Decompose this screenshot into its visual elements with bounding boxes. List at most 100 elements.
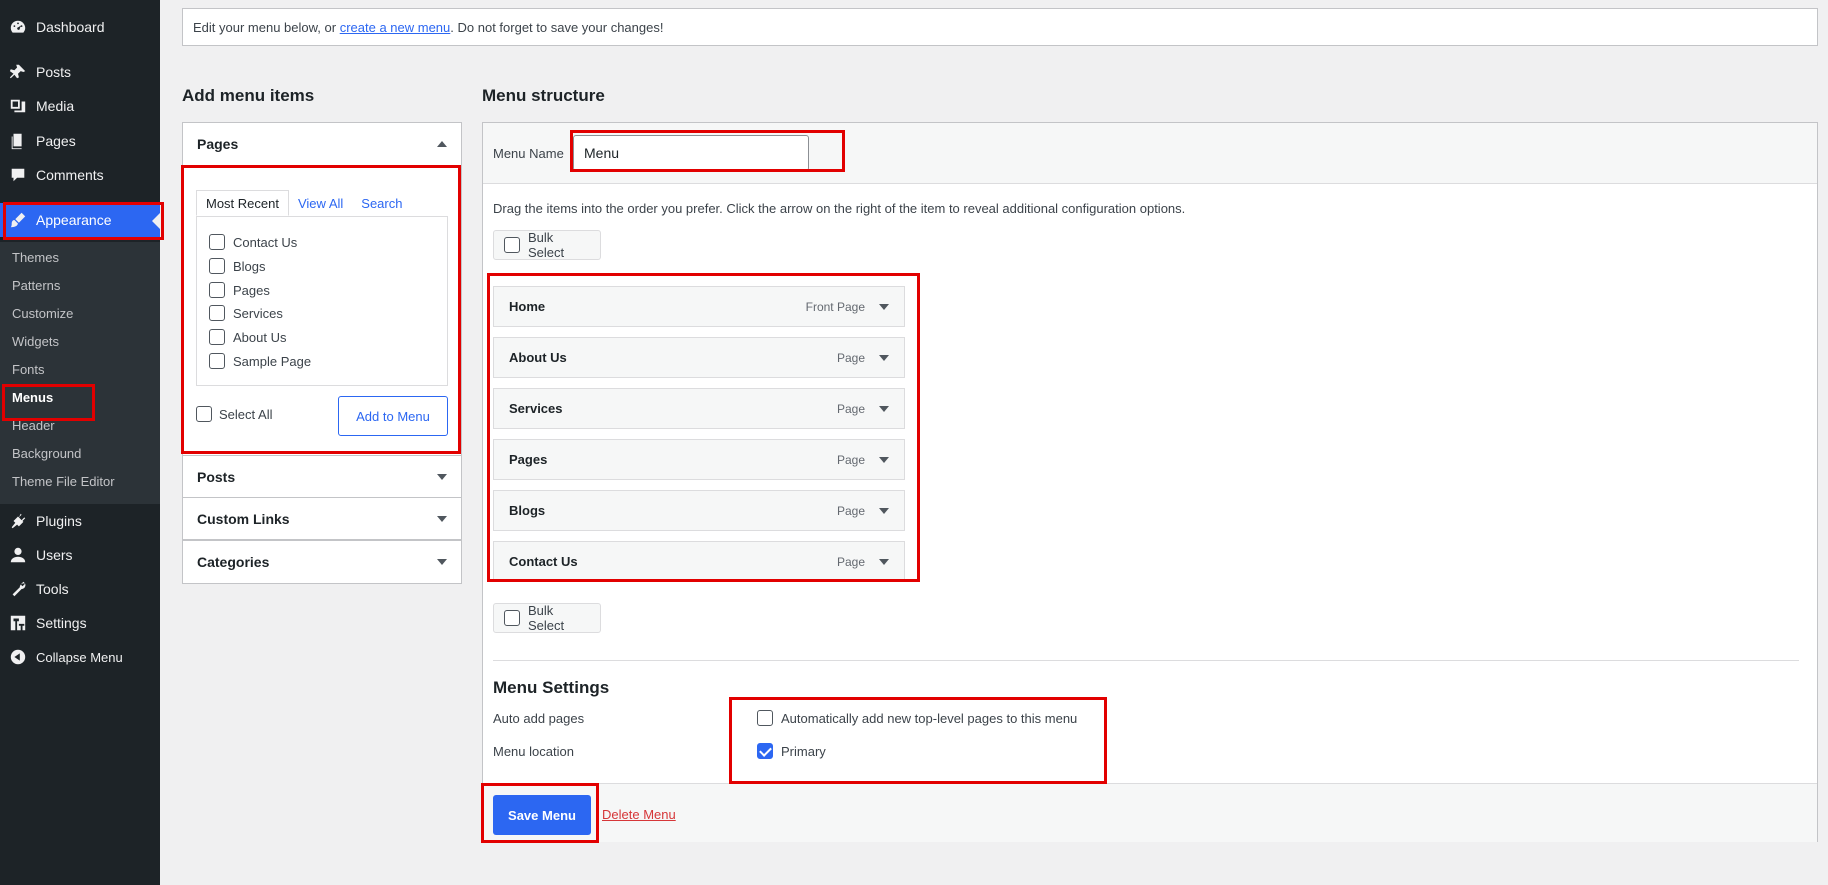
admin-sidebar: Dashboard Posts Media Pages Comments App… (0, 0, 160, 885)
menu-item-blogs[interactable]: Blogs Page (493, 490, 905, 531)
custom-links-accordion[interactable]: Custom Links (182, 497, 462, 540)
brush-icon (0, 211, 36, 229)
page-option-pages[interactable]: Pages (209, 282, 270, 298)
settings-divider (493, 660, 1799, 661)
media-icon (0, 97, 36, 115)
pages-tabs: Most Recent View All Search (196, 190, 411, 216)
checkbox[interactable] (209, 234, 225, 250)
checkbox[interactable] (209, 282, 225, 298)
posts-accordion[interactable]: Posts (182, 455, 462, 498)
bulk-select-top[interactable]: Bulk Select (493, 230, 601, 260)
expand-arrow-icon (437, 559, 447, 565)
auto-add-pages-option[interactable]: Automatically add new top-level pages to… (757, 710, 1077, 726)
sidebar-item-users[interactable]: Users (0, 538, 160, 572)
dashboard-icon (0, 18, 36, 36)
page-option-blogs[interactable]: Blogs (209, 258, 266, 274)
submenu-item-header[interactable]: Header (12, 418, 55, 433)
submenu-item-theme-file-editor[interactable]: Theme File Editor (12, 474, 115, 489)
page-option-services[interactable]: Services (209, 305, 283, 321)
tab-view-all[interactable]: View All (289, 190, 352, 216)
item-expand-arrow-icon[interactable] (879, 507, 889, 514)
auto-add-pages-label: Auto add pages (493, 711, 585, 726)
collapse-icon (0, 648, 36, 666)
item-expand-arrow-icon[interactable] (879, 303, 889, 310)
settings-icon (0, 614, 36, 632)
menu-location-primary[interactable]: Primary (757, 743, 826, 759)
menu-location-label: Menu location (493, 744, 574, 759)
menu-structure-title: Menu structure (482, 86, 605, 105)
submenu-item-background[interactable]: Background (12, 446, 81, 461)
page-option-contact-us[interactable]: Contact Us (209, 234, 297, 250)
pin-icon (0, 63, 36, 81)
pages-checklist: Contact Us Blogs Pages Services About Us… (196, 216, 448, 386)
checkbox[interactable] (196, 406, 212, 422)
checkbox[interactable] (209, 329, 225, 345)
menu-item-pages[interactable]: Pages Page (493, 439, 905, 480)
drag-instructions: Drag the items into the order you prefer… (493, 201, 1186, 216)
submenu-item-menus[interactable]: Menus (12, 390, 53, 405)
sidebar-item-dashboard[interactable]: Dashboard (0, 10, 160, 44)
submenu-item-patterns[interactable]: Patterns (12, 278, 60, 293)
checkbox[interactable] (209, 305, 225, 321)
appearance-submenu: Themes Patterns Customize Widgets Fonts … (0, 242, 160, 504)
save-menu-button[interactable]: Save Menu (493, 795, 591, 835)
delete-menu-link[interactable]: Delete Menu (602, 807, 676, 822)
sidebar-item-posts[interactable]: Posts (0, 55, 160, 89)
submenu-item-themes[interactable]: Themes (12, 250, 59, 265)
sidebar-item-comments[interactable]: Comments (0, 158, 160, 192)
select-all-pages[interactable]: Select All (196, 406, 272, 422)
item-expand-arrow-icon[interactable] (879, 558, 889, 565)
checkbox[interactable] (209, 258, 225, 274)
menu-item-home[interactable]: Home Front Page (493, 286, 905, 327)
menu-item-contact-us[interactable]: Contact Us Page (493, 541, 905, 582)
submenu-item-fonts[interactable]: Fonts (12, 362, 45, 377)
checkbox[interactable] (504, 237, 520, 253)
bulk-select-bottom[interactable]: Bulk Select (493, 603, 601, 633)
submenu-item-customize[interactable]: Customize (12, 306, 73, 321)
submenu-item-widgets[interactable]: Widgets (12, 334, 59, 349)
tab-search[interactable]: Search (352, 190, 411, 216)
sidebar-item-pages[interactable]: Pages (0, 124, 160, 158)
comment-icon (0, 166, 36, 184)
categories-accordion-title: Categories (197, 554, 270, 570)
expand-arrow-icon (437, 516, 447, 522)
add-menu-items-title: Add menu items (182, 86, 315, 105)
expand-arrow-icon (437, 474, 447, 480)
sidebar-item-settings[interactable]: Settings (0, 606, 160, 640)
sidebar-item-tools[interactable]: Tools (0, 572, 160, 606)
page-option-sample-page[interactable]: Sample Page (209, 353, 311, 369)
page-option-about-us[interactable]: About Us (209, 329, 286, 345)
menu-name-label: Menu Name (493, 146, 564, 161)
item-expand-arrow-icon[interactable] (879, 405, 889, 412)
sidebar-item-appearance[interactable]: Appearance (0, 203, 160, 237)
menu-item-about-us[interactable]: About Us Page (493, 337, 905, 378)
menu-footer: Save Menu Delete Menu (483, 783, 1817, 842)
categories-accordion[interactable]: Categories (182, 540, 462, 584)
menu-name-bar: Menu Name (483, 123, 1817, 184)
add-to-menu-button[interactable]: Add to Menu (338, 396, 448, 436)
custom-links-accordion-title: Custom Links (197, 511, 290, 527)
checkbox[interactable] (209, 353, 225, 369)
sidebar-item-media[interactable]: Media (0, 89, 160, 123)
collapse-arrow-icon (437, 141, 447, 147)
menu-settings-title: Menu Settings (493, 678, 610, 697)
wrench-icon (0, 580, 36, 598)
create-new-menu-link[interactable]: create a new menu (340, 20, 451, 35)
tab-most-recent[interactable]: Most Recent (196, 190, 289, 216)
current-menu-arrow (152, 213, 160, 229)
checkbox[interactable] (757, 710, 773, 726)
item-expand-arrow-icon[interactable] (879, 456, 889, 463)
checkbox-checked[interactable] (757, 743, 773, 759)
edit-menu-notice: Edit your menu below, or create a new me… (182, 8, 1818, 46)
checkbox[interactable] (504, 610, 520, 626)
pages-icon (0, 132, 36, 150)
item-expand-arrow-icon[interactable] (879, 354, 889, 361)
posts-accordion-title: Posts (197, 469, 236, 485)
collapse-menu-button[interactable]: Collapse Menu (0, 640, 160, 674)
user-icon (0, 546, 36, 564)
menu-name-input[interactable] (573, 135, 809, 171)
sidebar-item-plugins[interactable]: Plugins (0, 504, 160, 538)
menu-item-services[interactable]: Services Page (493, 388, 905, 429)
menu-structure-panel: Menu Name Drag the items into the order … (482, 122, 1818, 842)
pages-accordion-header[interactable]: Pages (183, 123, 461, 165)
